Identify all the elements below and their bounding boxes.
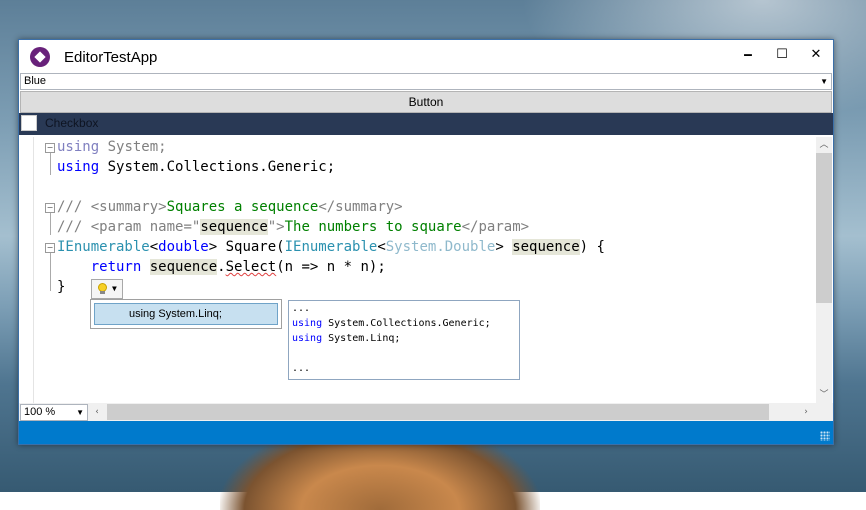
- title-bar[interactable]: EditorTestApp 🗕 ☐ ✕: [19, 40, 833, 72]
- chevron-down-icon: ▼: [112, 284, 117, 293]
- quick-action-preview: ... using System.Collections.Generic; usin…: [288, 300, 520, 380]
- status-bar: [19, 421, 833, 444]
- code-token: (n => n * n);: [276, 259, 386, 275]
- minimize-button[interactable]: 🗕: [731, 40, 765, 72]
- code-line: /// <param name="sequence">The numbers t…: [57, 217, 529, 237]
- vertical-scrollbar[interactable]: ︿ ﹀: [816, 137, 832, 403]
- scroll-up-icon[interactable]: ︿: [816, 137, 832, 153]
- code-token: IEnumerable: [284, 239, 378, 255]
- app-icon: [30, 47, 50, 67]
- code-editor[interactable]: − − − using System; using System.Collecti…: [19, 137, 816, 403]
- code-line: }: [57, 277, 65, 297]
- preview-token: using: [292, 318, 323, 329]
- code-token: </param>: [461, 219, 530, 235]
- preview-line: using System.Linq;: [292, 332, 400, 346]
- close-button[interactable]: ✕: [799, 40, 833, 72]
- code-token: sequence: [200, 219, 268, 235]
- chevron-down-icon: ▼: [76, 408, 84, 417]
- minimize-icon: 🗕: [743, 47, 753, 62]
- window-title: EditorTestApp: [64, 49, 158, 66]
- fold-toggle-method[interactable]: −: [45, 243, 55, 253]
- fold-line: [50, 253, 51, 291]
- preview-line: ...: [292, 302, 310, 316]
- quick-action-item[interactable]: using System.Linq;: [94, 303, 278, 325]
- code-line: return sequence.Select(n => n * n);: [57, 257, 386, 277]
- quick-action-label: using System.Linq;: [129, 308, 222, 320]
- app-window: EditorTestApp 🗕 ☐ ✕ Blue ▼ Button Checkb…: [18, 39, 834, 445]
- fold-line: [50, 153, 51, 175]
- checkbox-label: Checkbox: [45, 116, 99, 130]
- fold-toggle-doc-comment[interactable]: −: [45, 203, 55, 213]
- code-token: System.Collections.Generic;: [99, 159, 336, 175]
- preview-token: ...: [292, 303, 311, 314]
- code-line: using System.Collections.Generic;: [57, 157, 335, 177]
- code-line: /// <summary>Squares a sequence</summary…: [57, 197, 403, 217]
- code-token: <summary>: [82, 199, 167, 215]
- code-token: ///: [57, 219, 83, 235]
- code-token: <: [149, 239, 159, 255]
- code-token: .: [217, 259, 226, 275]
- code-token: System;: [99, 139, 167, 155]
- checkbox-row: Checkbox: [19, 113, 833, 135]
- maximize-icon: ☐: [776, 47, 788, 62]
- code-line: using System;: [57, 137, 167, 157]
- maximize-button[interactable]: ☐: [765, 40, 799, 72]
- code-token: return: [90, 259, 142, 275]
- horizontal-scroll-thumb[interactable]: [107, 404, 769, 420]
- scroll-left-icon[interactable]: ‹: [89, 404, 105, 420]
- code-token: System.Double: [385, 239, 496, 255]
- code-token: > Square(: [208, 239, 285, 255]
- preview-token: ...: [292, 363, 311, 374]
- code-token: <: [377, 239, 386, 255]
- zoom-combobox[interactable]: 100 % ▼: [20, 404, 88, 421]
- color-combobox[interactable]: Blue ▼: [20, 73, 832, 90]
- code-token: using: [57, 159, 100, 175]
- quick-action-list: using System.Linq;: [90, 299, 282, 329]
- main-button[interactable]: Button: [20, 91, 832, 113]
- code-token: IEnumerable: [57, 239, 150, 255]
- vertical-scroll-thumb[interactable]: [816, 153, 832, 303]
- code-token: }: [57, 279, 66, 295]
- resize-grip-icon[interactable]: [820, 431, 830, 441]
- preview-line: using System.Collections.Generic;: [292, 317, 491, 331]
- code-token: sequence: [512, 239, 580, 255]
- combobox-value: Blue: [24, 75, 47, 87]
- editor-bottom-bar: 100 % ▼ ‹ ›: [19, 403, 833, 421]
- preview-line: ...: [292, 362, 310, 376]
- code-token: using: [57, 139, 100, 155]
- preview-token: System.Linq;: [322, 333, 401, 344]
- code-token: ///: [57, 199, 83, 215]
- code-token: sequence: [149, 259, 218, 275]
- editor-margin: [19, 137, 34, 403]
- code-token: Select: [225, 259, 277, 275]
- code-token: </summary>: [318, 199, 403, 215]
- preview-token: System.Collections.Generic;: [322, 318, 491, 329]
- quick-action-bulb[interactable]: ▼: [91, 279, 123, 299]
- code-token: <param name=": [82, 219, 201, 235]
- zoom-value: 100 %: [24, 406, 56, 418]
- checkbox[interactable]: [21, 115, 37, 131]
- fold-line: [50, 213, 51, 235]
- code-token: >: [495, 239, 513, 255]
- code-token: double: [158, 239, 209, 255]
- scroll-right-icon[interactable]: ›: [798, 404, 814, 420]
- scroll-down-icon[interactable]: ﹀: [816, 387, 832, 403]
- chevron-down-icon: ▼: [820, 77, 828, 86]
- code-token: The numbers to square: [284, 219, 462, 235]
- code-token: ">: [267, 219, 285, 235]
- horizontal-scrollbar[interactable]: ‹ ›: [89, 403, 816, 421]
- preview-token: using: [292, 333, 323, 344]
- code-line: IEnumerable<double> Square(IEnumerable<S…: [57, 237, 605, 257]
- code-token: Squares a sequence: [166, 199, 319, 215]
- code-token: ) {: [579, 239, 605, 255]
- fold-toggle-usings[interactable]: −: [45, 143, 55, 153]
- close-icon: ✕: [810, 47, 822, 62]
